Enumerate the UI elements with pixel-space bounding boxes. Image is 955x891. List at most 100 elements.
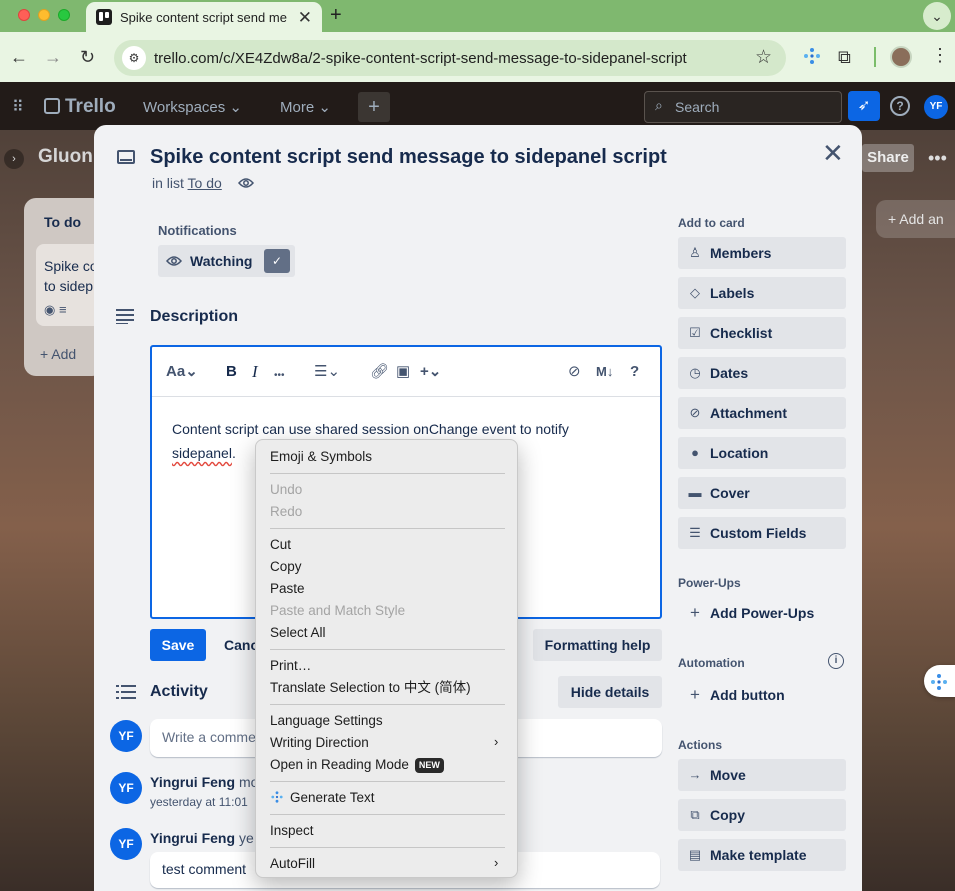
watch-button[interactable]: Watching ✓ <box>158 245 295 277</box>
card-title[interactable]: Spike content script send message to sid… <box>150 146 667 169</box>
checklist-button[interactable]: ☑ Checklist <box>678 317 846 349</box>
powerups-label: Power-Ups <box>678 576 741 590</box>
activity-timestamp[interactable]: yesterday at 11:01 <box>150 795 248 809</box>
insert-plus-dropdown[interactable]: +⌄ <box>420 363 441 381</box>
generate-floating-icon[interactable] <box>924 665 955 697</box>
member-avatar[interactable]: YF <box>924 95 948 119</box>
cover-button[interactable]: ▬ Cover <box>678 477 846 509</box>
make-template-button[interactable]: ▤ Make template <box>678 839 846 871</box>
extensions-puzzle-icon[interactable]: ⧉ <box>838 47 851 68</box>
misspelled-word: sidepanel <box>172 445 232 461</box>
help-icon[interactable]: ? <box>890 96 910 116</box>
menu-item-emoji-symbols[interactable]: Emoji & Symbols <box>270 448 372 466</box>
menu-item-label: Generate Text <box>290 790 375 805</box>
activity-author[interactable]: Yingrui Feng <box>150 830 235 846</box>
dates-button[interactable]: ◷ Dates <box>678 357 846 389</box>
cancel-button[interactable]: Canc <box>214 629 258 661</box>
hide-details-button[interactable]: Hide details <box>558 676 662 708</box>
move-button[interactable]: → Move <box>678 759 846 791</box>
watching-label: Watching <box>190 253 253 269</box>
add-button-button[interactable]: + Add button <box>678 679 846 711</box>
menu-item-redo[interactable]: Redo <box>270 503 302 521</box>
location-button[interactable]: ● Location <box>678 437 846 469</box>
close-modal-icon[interactable]: ✕ <box>822 140 844 166</box>
text-style-dropdown[interactable]: Aa⌄ <box>166 363 198 381</box>
formatting-help-button[interactable]: Formatting help <box>533 629 662 661</box>
help-icon[interactable]: ? <box>630 363 639 381</box>
trello-logo[interactable]: Trello <box>44 96 116 118</box>
italic-button[interactable]: I <box>252 363 258 381</box>
url-text[interactable]: trello.com/c/XE4Zdw8a/2-spike-content-sc… <box>154 50 687 67</box>
attachment-button[interactable]: ⊘ Attachment <box>678 397 846 429</box>
window-minimize-button[interactable] <box>38 9 50 21</box>
add-another-list-button[interactable]: + Add an <box>876 200 955 238</box>
members-button[interactable]: ♙ Members <box>678 237 846 269</box>
rocket-icon[interactable]: ➶ <box>848 91 880 121</box>
new-tab-button[interactable]: + <box>330 4 342 26</box>
menu-item-label: Open in Reading Mode <box>270 757 409 772</box>
app-switcher-icon[interactable]: ⠿ <box>12 97 24 117</box>
profile-avatar[interactable] <box>890 46 912 68</box>
list-title[interactable]: To do <box>44 214 81 230</box>
menu-separator <box>270 649 505 650</box>
forward-arrow-icon[interactable]: → <box>44 46 62 68</box>
tab-search-dropdown-button[interactable]: ⌄ <box>923 2 951 30</box>
avatar[interactable]: YF <box>110 720 142 752</box>
board-menu-icon[interactable]: ••• <box>928 148 947 169</box>
browser-menu-icon[interactable]: ⋮ <box>931 45 949 66</box>
bookmark-star-icon[interactable]: ☆ <box>755 46 772 69</box>
add-card-button[interactable]: + Add <box>40 346 76 362</box>
tab-close-icon[interactable]: ✕ <box>298 9 312 26</box>
menu-item-cut[interactable]: Cut <box>270 536 291 554</box>
generate-sparkle-icon <box>271 791 283 803</box>
menu-item-inspect[interactable]: Inspect <box>270 822 314 840</box>
generate-extension-icon[interactable] <box>802 46 822 66</box>
description-line: Content script can use shared session on… <box>172 421 569 437</box>
add-powerups-button[interactable]: + Add Power-Ups <box>678 597 846 629</box>
menu-item-copy[interactable]: Copy <box>270 558 302 576</box>
site-settings-icon[interactable]: ⚙ <box>122 46 146 70</box>
menu-item-undo[interactable]: Undo <box>270 481 302 499</box>
menu-item-paste[interactable]: Paste <box>270 580 305 598</box>
menu-item-autofill[interactable]: AutoFill <box>270 855 315 873</box>
custom-fields-button[interactable]: ☰ Custom Fields <box>678 517 846 549</box>
address-bar[interactable]: ⚙ trello.com/c/XE4Zdw8a/2-spike-content-… <box>114 40 786 76</box>
info-icon[interactable]: i <box>828 653 844 669</box>
menu-item-reading-mode[interactable]: Open in Reading Mode NEW <box>270 756 444 774</box>
search-input[interactable]: ⌕ Search <box>644 91 842 123</box>
trello-top-nav: ⠿ Trello Workspaces ⌄ More ⌄ + ⌕ Search … <box>0 82 955 130</box>
menu-item-generate-text[interactable]: Generate Text <box>270 789 375 807</box>
avatar[interactable]: YF <box>110 828 142 860</box>
image-icon[interactable]: ▣ <box>396 363 410 381</box>
share-button[interactable]: Share <box>862 144 914 172</box>
link-icon[interactable]: 🔗︎ <box>370 363 389 381</box>
menu-item-translate[interactable]: Translate Selection to 中文 (简体) <box>270 679 471 697</box>
attachment-icon[interactable]: ⊘ <box>568 363 581 381</box>
menu-item-select-all[interactable]: Select All <box>270 624 326 642</box>
menu-item-print[interactable]: Print… <box>270 657 311 675</box>
workspaces-menu[interactable]: Workspaces ⌄ <box>143 98 242 116</box>
avatar[interactable]: YF <box>110 772 142 804</box>
browser-tab-active[interactable]: Spike content script send me ✕ <box>86 2 322 32</box>
menu-item-language-settings[interactable]: Language Settings <box>270 712 383 730</box>
more-formatting-button[interactable]: ••• <box>274 367 285 385</box>
window-zoom-button[interactable] <box>58 9 70 21</box>
expand-sidebar-icon[interactable]: › <box>4 149 24 169</box>
activity-author[interactable]: Yingrui Feng <box>150 774 235 790</box>
more-menu[interactable]: More ⌄ <box>280 98 331 116</box>
bold-button[interactable]: B <box>226 363 237 381</box>
markdown-toggle[interactable]: M↓ <box>596 363 613 381</box>
list-link[interactable]: To do <box>188 175 222 191</box>
menu-item-writing-direction[interactable]: Writing Direction <box>270 734 369 752</box>
reload-icon[interactable]: ↻ <box>80 46 95 68</box>
menu-item-paste-match-style[interactable]: Paste and Match Style <box>270 602 405 620</box>
copy-button[interactable]: ⧉ Copy <box>678 799 846 831</box>
save-button[interactable]: Save <box>150 629 206 661</box>
labels-button[interactable]: ◇ Labels <box>678 277 846 309</box>
window-close-button[interactable] <box>18 9 30 21</box>
menu-separator <box>270 814 505 815</box>
board-name[interactable]: Gluon <box>38 146 93 168</box>
create-button[interactable]: + <box>358 92 390 122</box>
back-arrow-icon[interactable]: ← <box>10 46 28 68</box>
list-dropdown-icon[interactable]: ☰⌄ <box>314 363 340 381</box>
